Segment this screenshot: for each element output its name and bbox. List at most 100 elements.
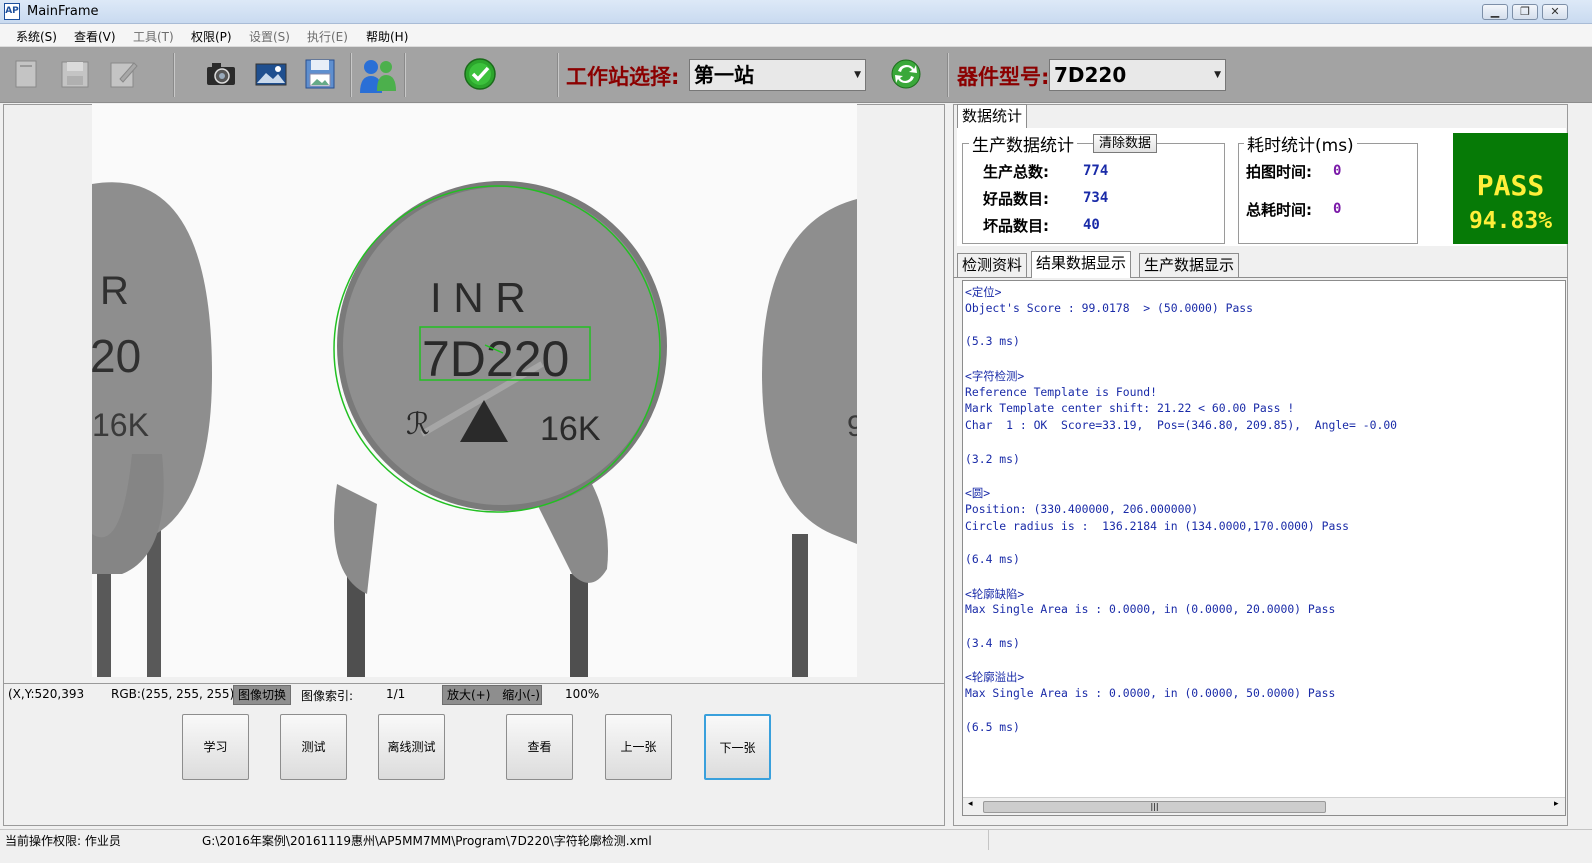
scroll-thumb[interactable]: |||: [983, 801, 1326, 813]
total-time-label: 总耗时间:: [1246, 201, 1312, 219]
center-part-text-3: 16K: [540, 410, 601, 448]
cursor-coords: (X,Y:520,393: [8, 687, 85, 701]
tab-data-stats[interactable]: 数据统计: [957, 104, 1028, 128]
program-path: G:\2016年案例\20161119惠州\AP5MM7MM\Program\7…: [202, 834, 652, 848]
part-select[interactable]: 7D220 ▼: [1049, 59, 1226, 91]
log-line: Object's Score : 99.0178 > (50.0000) Pas…: [965, 300, 1254, 315]
menu-bar: 系统(S) 查看(V) 工具(T) 权限(P) 设置(S) 执行(E) 帮助(H…: [0, 24, 1592, 47]
menu-help[interactable]: 帮助(H): [366, 28, 408, 45]
tab-inspection-info[interactable]: 检测资料: [957, 253, 1028, 277]
log-line: Mark Template center shift: 21.22 < 60.0…: [965, 401, 1295, 416]
pass-rate: 94.83%: [1468, 208, 1553, 234]
image-switch-button[interactable]: 图像切换: [233, 685, 292, 705]
restore-button[interactable]: ❐: [1512, 4, 1538, 20]
timing-stats-title: 耗时统计(ms): [1244, 131, 1357, 156]
result-status: PASS: [1476, 169, 1545, 202]
permission-status: 当前操作权限: 作业员: [5, 834, 121, 848]
log-line: <轮廓缺陷>: [965, 586, 1025, 601]
ul-mark: ℛ: [406, 408, 430, 441]
log-line: Position: (330.400000, 206.000000): [965, 501, 1199, 516]
log-line: (3.2 ms): [965, 451, 1020, 466]
image-index-value: 1/1: [386, 687, 406, 701]
edit-icon[interactable]: [106, 57, 140, 91]
result-indicator: PASS 94.83%: [1453, 133, 1568, 244]
right-part-text: 9: [847, 410, 857, 443]
camera-icon[interactable]: [204, 57, 238, 91]
total-time-value: 0: [1333, 201, 1342, 217]
capture-time-value: 0: [1333, 163, 1342, 179]
total-count-label: 生产总数:: [983, 163, 1049, 181]
capture-time-label: 拍图时间:: [1246, 163, 1312, 181]
result-log[interactable]: <定位> Object's Score : 99.0178 > (50.0000)…: [962, 280, 1566, 816]
test-button[interactable]: 测试: [280, 714, 347, 780]
left-part-text-3: 16K: [92, 407, 149, 443]
log-line: (5.3 ms): [965, 334, 1020, 349]
timing-stats-group: [1238, 143, 1418, 244]
offline-test-button[interactable]: 离线测试: [378, 714, 445, 780]
prev-image-button[interactable]: 上一张: [605, 714, 672, 780]
station-value: 第一站: [694, 63, 754, 87]
status-separator: [988, 830, 989, 850]
good-count-label: 好品数目:: [983, 190, 1049, 208]
log-line: Max Single Area is : 0.0000, in (0.0000,…: [965, 602, 1336, 617]
left-part-text-2: 20: [92, 330, 141, 382]
menu-execute[interactable]: 执行(E): [307, 28, 348, 45]
log-line: <轮廓溢出>: [965, 670, 1025, 685]
next-image-button[interactable]: 下一张: [704, 714, 771, 780]
log-line: Char 1 : OK Score=33.19, Pos=(346.80, 20…: [965, 418, 1398, 432]
menu-view[interactable]: 查看(V): [74, 28, 116, 45]
menu-permissions[interactable]: 权限(P): [191, 28, 232, 45]
zoom-controls: 放大(+) 缩小(-): [442, 685, 542, 705]
menu-tools[interactable]: 工具(T): [133, 28, 174, 45]
horizontal-scrollbar[interactable]: ◂ ||| ▸: [963, 797, 1565, 815]
zoom-in-button[interactable]: 放大(+): [447, 688, 490, 702]
image-status-row: (X,Y:520,393 RGB:(255, 255, 255) 图像切换 图像…: [3, 683, 945, 706]
users-icon[interactable]: [358, 55, 398, 95]
bad-count-value: 40: [1083, 217, 1100, 233]
check-icon[interactable]: [463, 57, 497, 91]
toolbar-separator: [557, 53, 559, 97]
save-image-icon[interactable]: [303, 57, 337, 91]
status-bar: 当前操作权限: 作业员 G:\2016年案例\20161119惠州\AP5MM7…: [0, 829, 1592, 850]
log-line: (6.4 ms): [965, 552, 1020, 566]
scroll-right-icon[interactable]: ▸: [1554, 799, 1559, 809]
scroll-left-icon[interactable]: ◂: [968, 799, 973, 809]
minimize-button[interactable]: ▁: [1482, 4, 1508, 20]
menu-settings[interactable]: 设置(S): [249, 28, 290, 45]
image-index-label: 图像索引:: [301, 689, 354, 703]
log-line: Reference Template is Found!: [965, 384, 1158, 399]
part-value: 7D220: [1054, 63, 1127, 87]
menu-system[interactable]: 系统(S): [16, 28, 57, 45]
learn-button[interactable]: 学习: [182, 714, 249, 780]
save-icon[interactable]: [58, 57, 92, 91]
title-bar: AP MainFrame ▁ ❐ ✕: [0, 0, 1592, 24]
toolbar-separator: [173, 53, 175, 97]
log-line: (3.4 ms): [965, 635, 1020, 650]
log-line: Max Single Area is : 0.0000, in (0.0000,…: [965, 686, 1336, 700]
zoom-out-button[interactable]: 缩小(-): [502, 688, 540, 702]
app-icon: AP: [4, 3, 20, 20]
close-button[interactable]: ✕: [1542, 4, 1568, 20]
new-icon[interactable]: [10, 57, 44, 91]
zoom-value: 100%: [565, 687, 600, 701]
tab-result-display[interactable]: 结果数据显示: [1031, 251, 1132, 278]
image-icon[interactable]: [254, 57, 288, 91]
toolbar-separator: [947, 53, 949, 97]
chevron-down-icon: ▼: [854, 70, 861, 80]
center-part-text-2: 7D220: [422, 331, 569, 387]
view-button[interactable]: 查看: [506, 714, 573, 780]
inspection-image[interactable]: R 20 16K I N R 7D220 ℛ 16K 9: [92, 104, 857, 677]
total-count-value: 774: [1083, 163, 1109, 179]
toolbar-separator: [350, 53, 352, 97]
left-part-text-1: R: [100, 269, 129, 313]
bad-count-label: 坏品数目:: [983, 217, 1049, 235]
refresh-icon[interactable]: [889, 57, 923, 91]
log-line: <圆>: [965, 486, 991, 500]
clear-data-button[interactable]: 清除数据: [1093, 134, 1158, 153]
station-select[interactable]: 第一站 ▼: [689, 59, 866, 91]
toolbar-separator: [404, 53, 406, 97]
production-stats-title: 生产数据统计: [969, 131, 1077, 156]
tab-production-display[interactable]: 生产数据显示: [1139, 253, 1240, 277]
chevron-down-icon: ▼: [1214, 70, 1221, 80]
log-line: <字符检测>: [965, 368, 1025, 383]
